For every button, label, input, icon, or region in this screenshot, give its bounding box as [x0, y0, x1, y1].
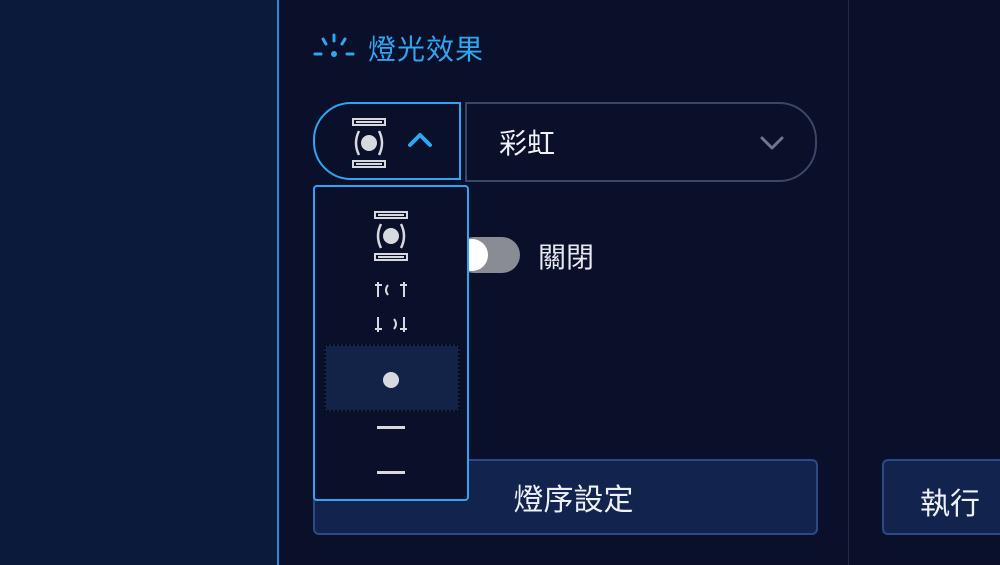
left-divider: [277, 0, 279, 565]
light-burst-icon: [313, 33, 355, 57]
dropdown-option-line-2[interactable]: [315, 470, 467, 476]
dropdown-option-beam-wide[interactable]: [315, 281, 467, 333]
toggle-label: 關閉: [538, 241, 595, 274]
sequence-settings-label: 燈序設定: [513, 483, 634, 518]
beam-wide-icon: [375, 282, 407, 332]
section-header: 燈光效果: [312, 28, 484, 68]
dot-icon: [383, 372, 399, 388]
mode-select[interactable]: [313, 102, 461, 180]
dropdown-option-dot[interactable]: [315, 370, 467, 390]
effect-select-value: 彩虹: [499, 127, 556, 160]
right-divider: [848, 0, 849, 565]
chevron-down-icon: [760, 136, 784, 150]
dropdown-option-line-1[interactable]: [315, 425, 467, 431]
run-button[interactable]: 執行: [882, 459, 1000, 535]
left-panel: [0, 0, 278, 565]
line-short-icon: [377, 426, 405, 429]
effect-select[interactable]: 彩虹: [465, 102, 817, 182]
dropdown-option-beam-focused[interactable]: [315, 211, 467, 261]
mode-dropdown-menu: [313, 185, 469, 501]
section-title: 燈光效果: [368, 33, 485, 66]
beam-focused-icon: [352, 118, 386, 168]
chevron-up-icon: [408, 133, 432, 147]
line-short-icon: [377, 471, 405, 474]
beam-focused-icon: [374, 211, 408, 261]
run-button-label: 執行: [920, 487, 980, 522]
